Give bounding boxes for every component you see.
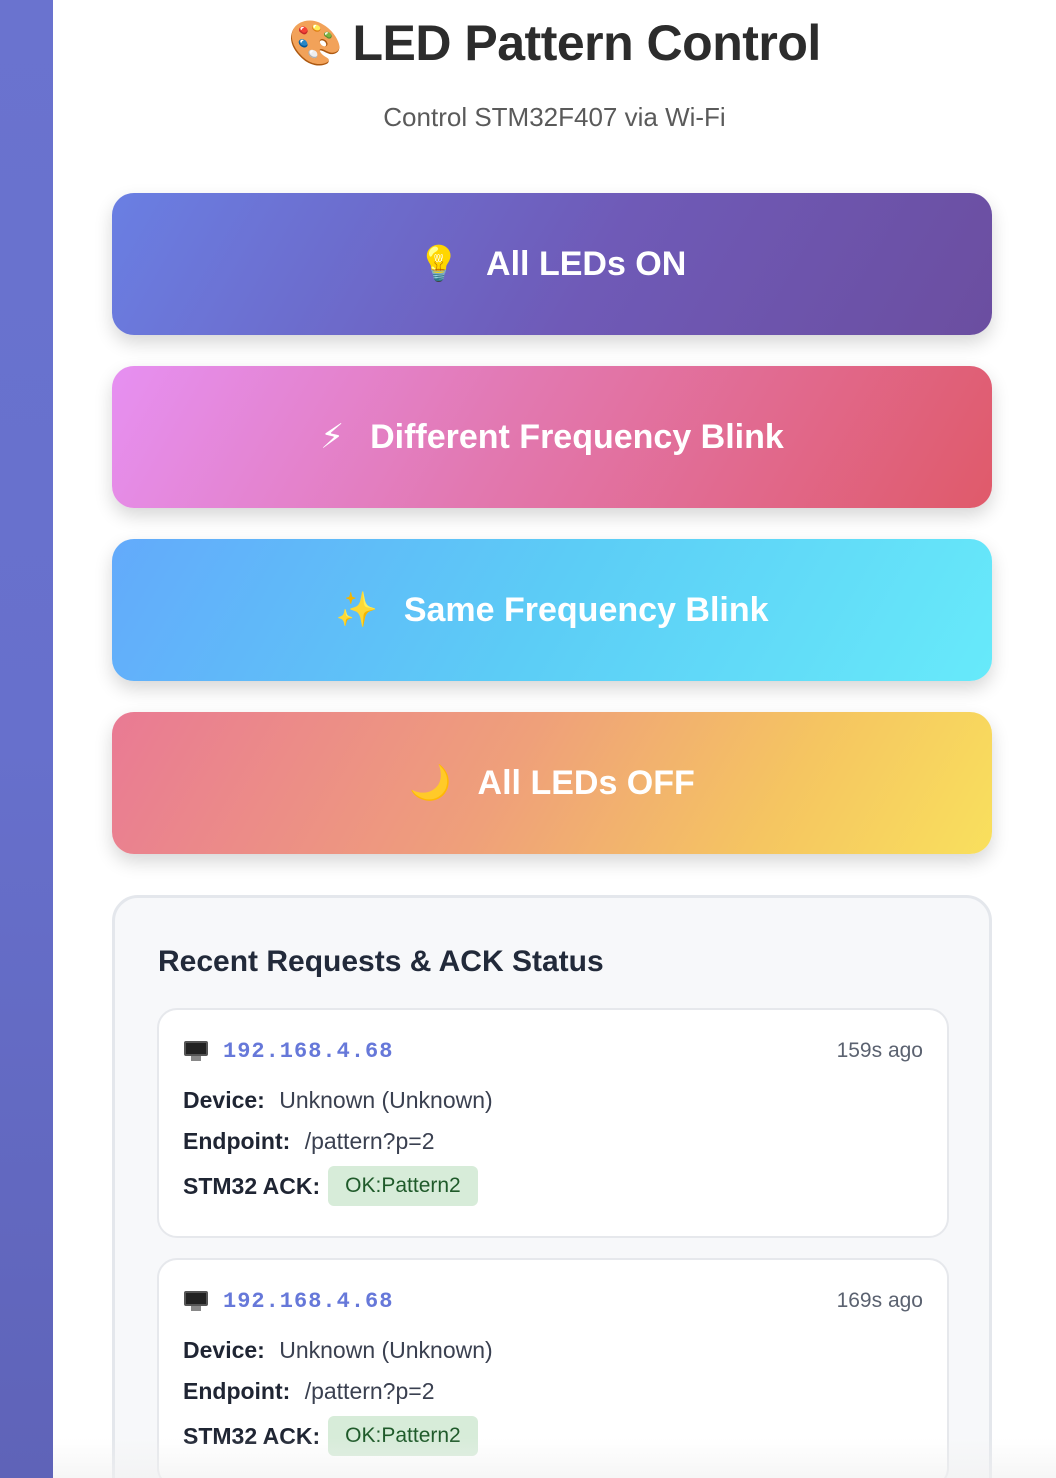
recent-requests-panel: Recent Requests & ACK Status 192.168.4.6… [112,895,992,1478]
request-entry: 192.168.4.68 169s ago Device: Unknown (U… [157,1258,949,1478]
same-frequency-blink-button[interactable]: ✨ Same Frequency Blink [112,539,992,681]
client-ip: 192.168.4.68 [223,1288,394,1314]
device-label: Device: [183,1337,265,1363]
light-bulb-icon: 💡 [417,245,461,283]
ack-label: STM32 ACK: [183,1173,321,1199]
ack-label: STM32 ACK: [183,1423,321,1449]
endpoint-label: Endpoint: [183,1128,291,1154]
desktop-monitor-icon [183,1290,209,1312]
desktop-monitor-icon [183,1040,209,1062]
device-label: Device: [183,1087,265,1113]
endpoint-label: Endpoint: [183,1378,291,1404]
crescent-moon-icon: 🌙 [409,764,452,802]
endpoint-row: Endpoint: /pattern?p=2 [183,1126,435,1156]
ack-status-badge: OK:Pattern2 [328,1416,478,1456]
lightning-icon: ⚡ [320,418,345,456]
device-value: Unknown (Unknown) [279,1337,493,1363]
ack-row: STM32 ACK: OK:Pattern2 [183,1166,478,1206]
recent-requests-title: Recent Requests & ACK Status [158,945,604,978]
all-leds-off-button[interactable]: 🌙 All LEDs OFF [112,712,992,854]
endpoint-row: Endpoint: /pattern?p=2 [183,1376,435,1406]
all-leds-on-button[interactable]: 💡 All LEDs ON [112,193,992,335]
client-ip: 192.168.4.68 [223,1038,394,1064]
request-timestamp: 159s ago [836,1039,923,1062]
main-card: 🎨 LED Pattern Control Control STM32F407 v… [53,0,1056,1478]
request-entry: 192.168.4.68 159s ago Device: Unknown (U… [157,1008,949,1238]
ack-row: STM32 ACK: OK:Pattern2 [183,1416,478,1456]
device-row: Device: Unknown (Unknown) [183,1085,493,1115]
sparkles-icon: ✨ [335,591,378,629]
all-leds-off-label: All LEDs OFF [477,763,695,802]
request-timestamp: 169s ago [836,1289,923,1312]
all-leds-on-label: All LEDs ON [486,244,687,283]
different-frequency-blink-button[interactable]: ⚡ Different Frequency Blink [112,366,992,508]
same-frequency-blink-label: Same Frequency Blink [403,590,769,629]
device-value: Unknown (Unknown) [279,1087,493,1113]
endpoint-value: /pattern?p=2 [304,1128,435,1154]
palette-icon: 🎨 [288,19,343,68]
device-row: Device: Unknown (Unknown) [183,1335,493,1365]
endpoint-value: /pattern?p=2 [304,1378,435,1404]
page-title: 🎨 LED Pattern Control [53,12,1056,75]
page-title-text: LED Pattern Control [352,15,822,71]
page-subtitle: Control STM32F407 via Wi-Fi [383,102,726,132]
ack-status-badge: OK:Pattern2 [328,1166,478,1206]
different-frequency-blink-label: Different Frequency Blink [370,417,784,456]
